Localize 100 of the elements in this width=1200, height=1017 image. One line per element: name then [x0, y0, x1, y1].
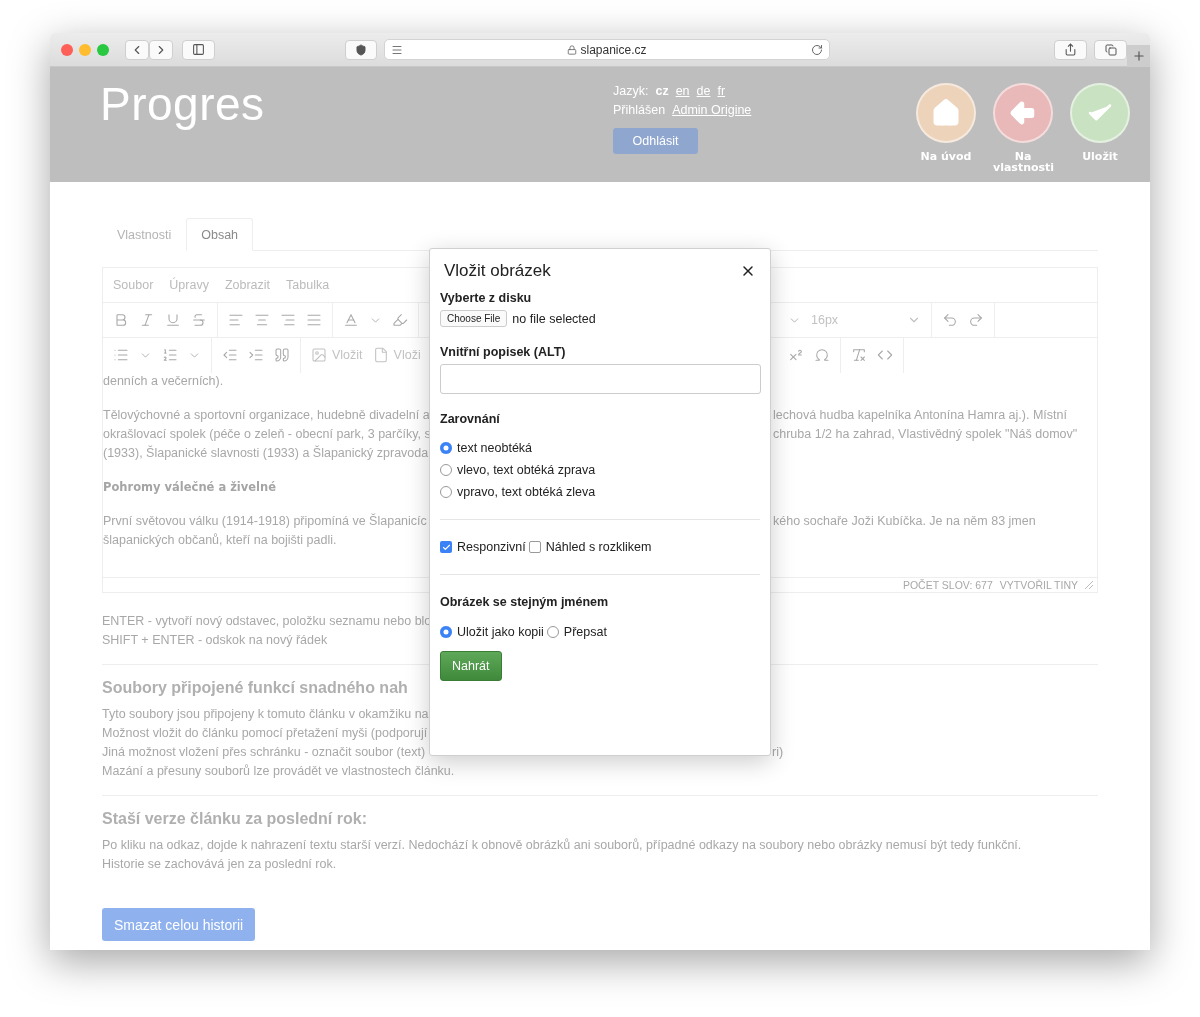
field-label: Obrázek se stejným jménem: [440, 595, 610, 609]
option-label: Responzivní: [457, 539, 526, 556]
numbered-list-icon[interactable]: [162, 347, 178, 363]
menu-item[interactable]: Soubor: [113, 278, 154, 292]
user-link[interactable]: Admin Origine: [672, 103, 752, 117]
undo-icon[interactable]: [942, 312, 958, 328]
minimize-icon[interactable]: [79, 43, 91, 56]
align-justify-icon[interactable]: [306, 312, 322, 328]
quote-icon[interactable]: [274, 347, 290, 363]
resize-handle-icon[interactable]: [1085, 581, 1093, 589]
clear-format-icon[interactable]: [851, 347, 867, 363]
code-icon[interactable]: [877, 347, 893, 363]
address-bar[interactable]: slapanice.cz: [384, 39, 830, 60]
text-line: Možnost vložit do článku pomocí přetažení myši (podporují: [102, 725, 428, 742]
image-button[interactable]: Vložit: [311, 347, 363, 363]
close-icon[interactable]: [61, 43, 73, 56]
text-line: První světovou válku (1914-1918) připomíná ve Šlapanicíc: [103, 512, 427, 530]
shield-button[interactable]: [345, 39, 377, 60]
language-link[interactable]: de: [696, 84, 711, 98]
shield-icon: [355, 43, 367, 56]
text-line: Po kliku na odkaz, dojde k nahrazení textu starší verzí. Nedochází k obnově obrázků ani souborů, případné odkazy na soubory nebo obrázky nemusí být tedy funkční.: [102, 837, 1022, 854]
back-button[interactable]: [125, 39, 149, 60]
logo: Progres: [100, 77, 266, 132]
strikethrough-icon[interactable]: [191, 312, 207, 328]
radio-button[interactable]: [440, 486, 452, 498]
new-tab-button[interactable]: [1127, 45, 1150, 67]
align-right-icon[interactable]: [280, 312, 296, 328]
bold-icon[interactable]: [113, 312, 129, 328]
file-status: no file selected: [512, 311, 596, 326]
font-size-select[interactable]: 16px: [811, 313, 921, 327]
redo-icon[interactable]: [968, 312, 984, 328]
sidebar-button[interactable]: [182, 39, 215, 60]
text-line: SHIFT + ENTER - odskok na nový řádek: [102, 632, 328, 649]
alt-input-field[interactable]: [440, 364, 761, 394]
menu-item[interactable]: Tabulka: [286, 278, 330, 292]
upload-button[interactable]: Nahrát: [440, 651, 502, 681]
menu-item[interactable]: Zobrazit: [224, 278, 271, 292]
option-label: vpravo, text obtéká zleva: [457, 484, 596, 501]
option-label: vlevo, text obtéká zprava: [457, 462, 596, 479]
text-line: Mazání a přesuny souborů lze provádět ve vlastnostech článku.: [102, 763, 455, 780]
header-action-button[interactable]: Na úvod: [916, 83, 976, 182]
field-label: Zarovnání: [440, 412, 501, 426]
tabs-button[interactable]: [1094, 39, 1127, 60]
option-label: Přepsat: [563, 624, 607, 641]
checkbox[interactable]: [528, 541, 541, 553]
maximize-icon[interactable]: [97, 43, 109, 56]
reader-icon[interactable]: [391, 43, 403, 56]
language-link[interactable]: fr: [717, 84, 726, 98]
language-link[interactable]: cz: [655, 84, 669, 98]
text-line: Jiná možnost vložení přes schránku - označit soubor (text): [102, 744, 426, 761]
text-line: šlapanických občanů, kteří na bojišti padli.: [103, 532, 337, 549]
indent-icon[interactable]: [248, 347, 264, 363]
outdent-icon[interactable]: [222, 347, 238, 363]
share-button[interactable]: [1054, 39, 1087, 60]
section-heading: Staší verze článku za poslední rok:: [102, 810, 367, 828]
option-label: text neobtéká: [457, 440, 533, 457]
logout-button[interactable]: Odhlásit: [613, 128, 698, 154]
align-left-icon[interactable]: [228, 312, 244, 328]
text-line: chruba 1/2 ha zahrad, Vlastivědný spolek "Náš domov": [773, 426, 1079, 443]
delete-history-button[interactable]: Smazat celou historii: [102, 908, 256, 941]
highlight-icon[interactable]: [392, 312, 408, 328]
superscript-icon[interactable]: [788, 347, 804, 363]
reload-icon[interactable]: [811, 43, 823, 56]
sidebar-icon: [192, 43, 205, 56]
text-line: kého sochaře Joži Kubíčka. Je na něm 83 jmen: [773, 513, 1037, 530]
house-circle-icon: [916, 83, 976, 143]
checkbox[interactable]: [440, 541, 452, 553]
arrow-left-circle-icon: [993, 83, 1053, 143]
header-action-button[interactable]: Uložit: [1070, 83, 1130, 182]
radio-button[interactable]: [440, 442, 452, 454]
text-color-icon[interactable]: [343, 312, 359, 328]
tab[interactable]: Obsah: [186, 218, 254, 251]
text-line: Tělovýchovné a sportovní organizace, hudebně divadelní a: [103, 407, 430, 424]
radio-button[interactable]: [440, 626, 452, 638]
underline-icon[interactable]: [165, 312, 181, 328]
section-heading: Soubory připojené funkcí snadného nah: [102, 679, 408, 697]
file-icon: [372, 347, 389, 363]
option-label: Náhled s rozklikem: [545, 539, 652, 556]
bullet-list-icon[interactable]: [113, 347, 129, 363]
check-circle-icon: [1070, 83, 1130, 143]
language-link[interactable]: en: [675, 84, 690, 98]
status-text: POČET SLOV: 677: [902, 579, 993, 591]
radio-button[interactable]: [546, 626, 559, 638]
login-label: Přihlášen: [613, 103, 666, 117]
forward-button[interactable]: [149, 39, 173, 60]
radio-button[interactable]: [440, 464, 452, 476]
header-action-button[interactable]: Na vlastnosti: [993, 83, 1053, 182]
field-label: Vnitřní popisek (ALT): [440, 345, 567, 359]
share-icon: [1064, 43, 1077, 56]
menu-item[interactable]: Úpravy: [169, 278, 209, 292]
text-line: ri): [772, 744, 785, 761]
close-button[interactable]: [740, 263, 756, 279]
italic-icon[interactable]: [139, 312, 155, 328]
choose-file-button[interactable]: Choose File: [440, 310, 508, 327]
text-line: Pohromy válečné a živelné: [103, 479, 276, 496]
url-text: slapanice.cz: [580, 42, 647, 57]
file-button[interactable]: Vloži: [372, 347, 421, 363]
option-label: Uložit jako kopii: [457, 624, 544, 641]
align-center-icon[interactable]: [254, 312, 270, 328]
omega-icon[interactable]: [814, 347, 830, 363]
